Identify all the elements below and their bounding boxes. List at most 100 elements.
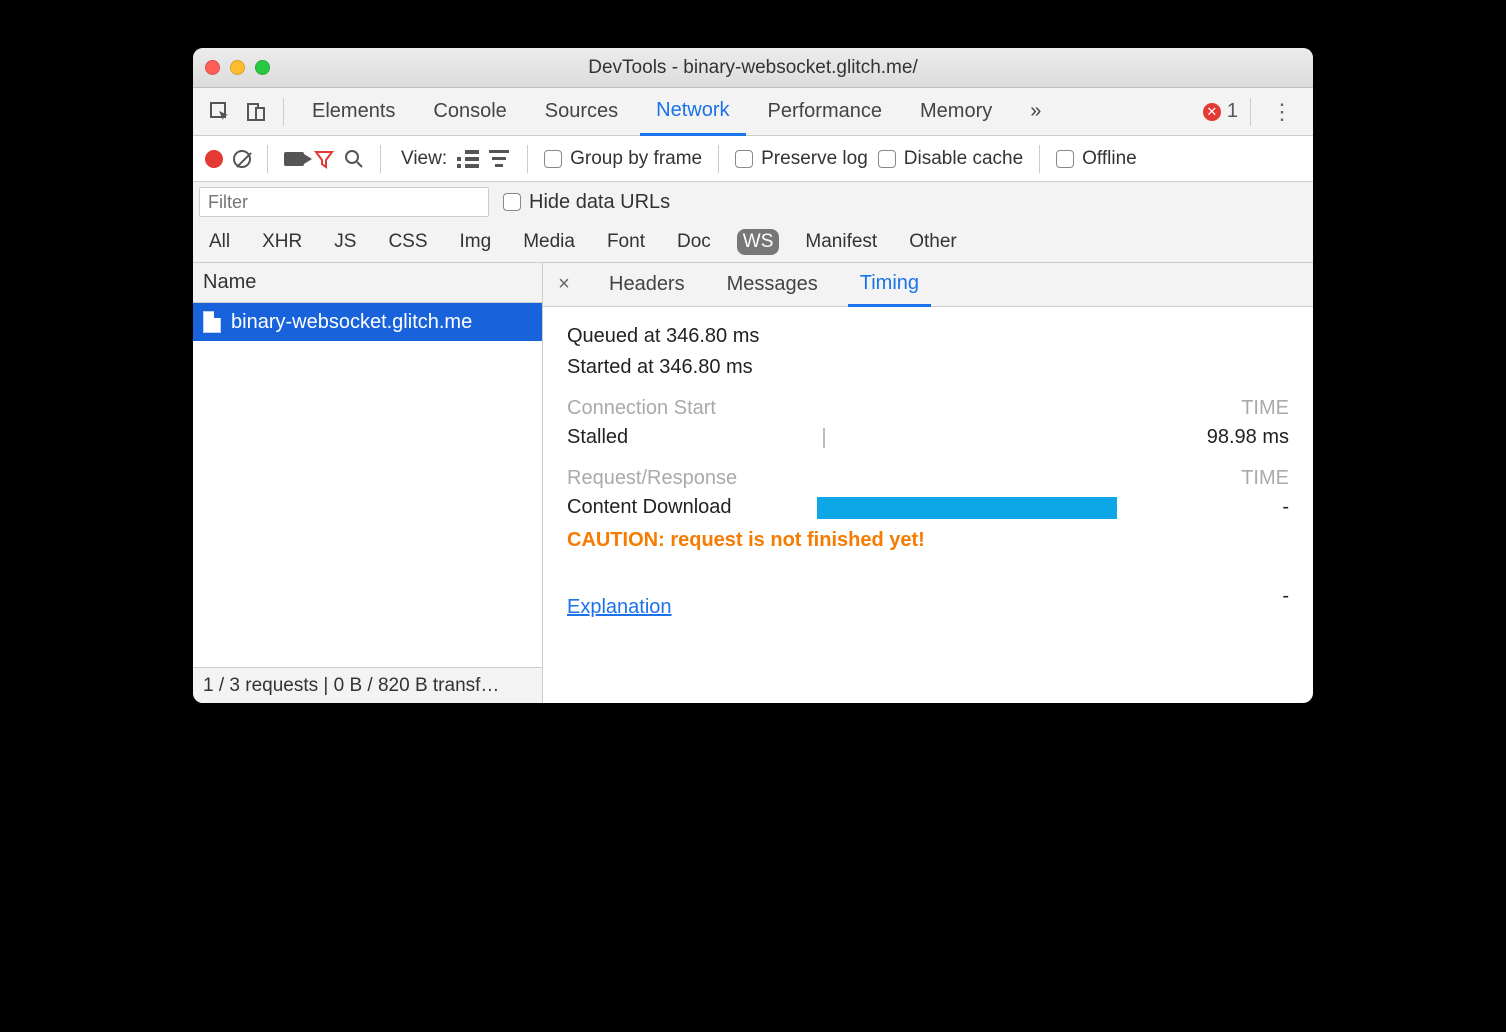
filter-type-media[interactable]: Media xyxy=(517,229,581,255)
network-content: Name binary-websocket.glitch.me 1 / 3 re… xyxy=(193,263,1313,703)
preserve-log-checkbox[interactable]: Preserve log xyxy=(735,148,868,170)
detail-pane: × Headers Messages Timing Queued at 346.… xyxy=(543,263,1313,703)
name-column-header[interactable]: Name xyxy=(193,263,542,303)
separator xyxy=(1039,145,1040,173)
filter-toggle-icon[interactable] xyxy=(314,149,334,169)
separator xyxy=(380,145,381,173)
zoom-window-button[interactable] xyxy=(255,60,270,75)
explanation-row: Explanation - xyxy=(567,574,1289,619)
status-bar: 1 / 3 requests | 0 B / 820 B transf… xyxy=(193,667,542,703)
device-toolbar-icon[interactable] xyxy=(241,97,271,127)
detail-tabs: × Headers Messages Timing xyxy=(543,263,1313,307)
filter-type-js[interactable]: JS xyxy=(328,229,362,255)
tab-elements[interactable]: Elements xyxy=(296,88,411,136)
request-list: binary-websocket.glitch.me xyxy=(193,303,542,667)
detail-tab-headers[interactable]: Headers xyxy=(597,263,697,307)
checkbox-icon xyxy=(735,150,753,168)
tabs-overflow-button[interactable]: » xyxy=(1014,88,1057,136)
caution-message: CAUTION: request is not finished yet! xyxy=(567,529,1289,552)
error-icon: ✕ xyxy=(1203,103,1221,121)
time-column-label: TIME xyxy=(1241,397,1289,420)
hide-data-urls-checkbox[interactable]: Hide data URLs xyxy=(503,191,670,214)
request-response-label: Request/Response xyxy=(567,467,737,490)
started-at: Started at 346.80 ms xyxy=(567,356,1289,379)
checkbox-icon xyxy=(503,193,521,211)
content-download-bar xyxy=(817,497,1117,519)
tab-console[interactable]: Console xyxy=(417,88,522,136)
disable-cache-label: Disable cache xyxy=(904,148,1023,170)
content-download-label: Content Download xyxy=(567,496,817,519)
hide-data-urls-label: Hide data URLs xyxy=(529,191,670,214)
error-count: 1 xyxy=(1227,100,1238,123)
stalled-value: 98.98 ms xyxy=(1169,426,1289,449)
close-window-button[interactable] xyxy=(205,60,220,75)
explanation-link[interactable]: Explanation xyxy=(567,596,672,619)
settings-menu-icon[interactable]: ⋮ xyxy=(1263,99,1301,125)
network-toolbar: View: Group by frame Preserve log Disabl… xyxy=(193,136,1313,182)
queued-at: Queued at 346.80 ms xyxy=(567,325,1289,348)
tab-performance[interactable]: Performance xyxy=(752,88,899,136)
view-label: View: xyxy=(401,148,447,170)
filter-type-xhr[interactable]: XHR xyxy=(256,229,308,255)
group-by-frame-label: Group by frame xyxy=(570,148,702,170)
filter-type-all[interactable]: All xyxy=(203,229,236,255)
minimize-window-button[interactable] xyxy=(230,60,245,75)
filter-type-font[interactable]: Font xyxy=(601,229,651,255)
time-column-label: TIME xyxy=(1241,467,1289,490)
connection-start-header: Connection Start TIME xyxy=(567,397,1289,420)
group-by-frame-checkbox[interactable]: Group by frame xyxy=(544,148,702,170)
content-download-value: - xyxy=(1169,496,1289,519)
checkbox-icon xyxy=(878,150,896,168)
traffic-lights xyxy=(205,60,270,75)
filter-input[interactable] xyxy=(199,187,489,217)
content-download-row: Content Download - xyxy=(567,496,1289,519)
preserve-log-label: Preserve log xyxy=(761,148,868,170)
request-name: binary-websocket.glitch.me xyxy=(231,311,472,334)
request-response-header: Request/Response TIME xyxy=(567,467,1289,490)
timing-panel: Queued at 346.80 ms Started at 346.80 ms… xyxy=(543,307,1313,637)
waterfall-icon[interactable] xyxy=(489,150,511,168)
error-indicator[interactable]: ✕ 1 xyxy=(1203,100,1238,123)
large-rows-icon[interactable] xyxy=(457,150,479,168)
filter-type-ws[interactable]: WS xyxy=(737,229,780,255)
inspect-element-icon[interactable] xyxy=(205,97,235,127)
filter-type-other[interactable]: Other xyxy=(903,229,963,255)
filter-type-row: All XHR JS CSS Img Media Font Doc WS Man… xyxy=(193,222,1313,262)
clear-button[interactable] xyxy=(233,150,251,168)
stalled-row: Stalled 98.98 ms xyxy=(567,426,1289,449)
filter-type-manifest[interactable]: Manifest xyxy=(799,229,883,255)
screenshot-icon[interactable] xyxy=(284,152,304,166)
document-icon xyxy=(203,311,221,333)
tab-network[interactable]: Network xyxy=(640,88,745,136)
connection-start-label: Connection Start xyxy=(567,397,716,420)
detail-tab-timing[interactable]: Timing xyxy=(848,263,931,307)
filter-bar: Hide data URLs All XHR JS CSS Img Media … xyxy=(193,182,1313,263)
titlebar: DevTools - binary-websocket.glitch.me/ xyxy=(193,48,1313,88)
request-row[interactable]: binary-websocket.glitch.me xyxy=(193,303,542,341)
search-icon[interactable] xyxy=(344,149,364,169)
disable-cache-checkbox[interactable]: Disable cache xyxy=(878,148,1023,170)
filter-type-css[interactable]: CSS xyxy=(382,229,433,255)
filter-type-doc[interactable]: Doc xyxy=(671,229,717,255)
separator xyxy=(718,145,719,173)
offline-label: Offline xyxy=(1082,148,1137,170)
devtools-window: DevTools - binary-websocket.glitch.me/ E… xyxy=(193,48,1313,703)
separator xyxy=(1250,98,1251,126)
window-title: DevTools - binary-websocket.glitch.me/ xyxy=(193,57,1313,79)
record-button[interactable] xyxy=(205,150,223,168)
tab-memory[interactable]: Memory xyxy=(904,88,1008,136)
filter-type-img[interactable]: Img xyxy=(454,229,498,255)
main-tabs: Elements Console Sources Network Perform… xyxy=(193,88,1313,136)
offline-checkbox[interactable]: Offline xyxy=(1056,148,1137,170)
detail-tab-messages[interactable]: Messages xyxy=(715,263,830,307)
tab-sources[interactable]: Sources xyxy=(529,88,634,136)
separator xyxy=(527,145,528,173)
request-list-pane: Name binary-websocket.glitch.me 1 / 3 re… xyxy=(193,263,543,703)
separator xyxy=(267,145,268,173)
explanation-value: - xyxy=(1282,585,1289,608)
close-detail-button[interactable]: × xyxy=(549,273,579,296)
stalled-label: Stalled xyxy=(567,426,817,449)
separator xyxy=(283,98,284,126)
checkbox-icon xyxy=(544,150,562,168)
checkbox-icon xyxy=(1056,150,1074,168)
